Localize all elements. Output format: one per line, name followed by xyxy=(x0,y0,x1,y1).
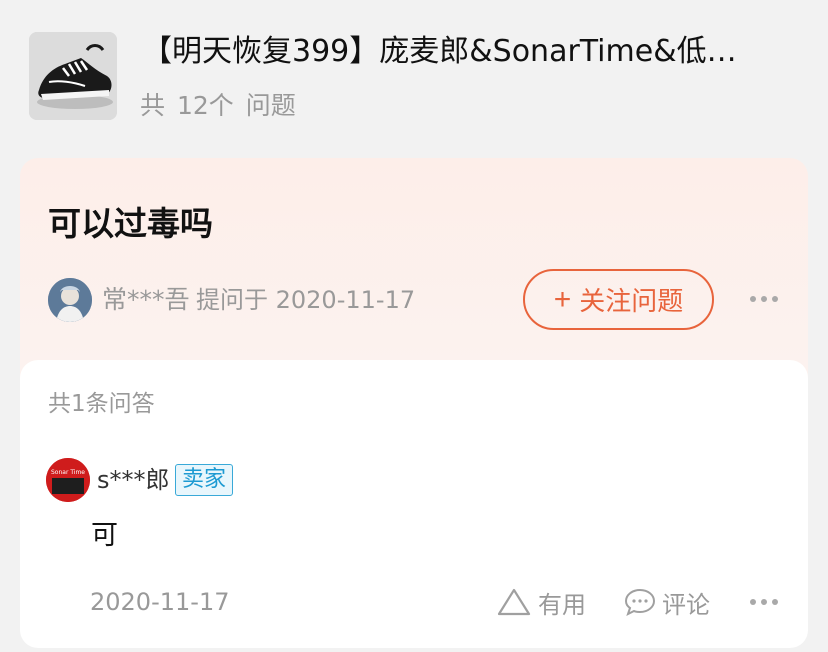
shop-logo-icon: Sonar Time xyxy=(46,458,90,502)
asked-date: 提问于 2020-11-17 xyxy=(196,286,416,314)
product-thumbnail[interactable] xyxy=(29,32,117,120)
product-title: 【明天恢复399】庞麦郎&SonarTime&低… xyxy=(142,34,737,69)
follow-question-button[interactable]: + 关注问题 xyxy=(523,269,714,330)
seller-badge: 卖家 xyxy=(175,464,234,496)
question-count: 共 12个 问题 xyxy=(140,91,296,120)
product-header[interactable]: 【明天恢复399】庞麦郎&SonarTime&低… 共 12个 问题 xyxy=(0,0,828,150)
comment-icon xyxy=(624,588,656,616)
answerer-avatar[interactable]: Sonar Time xyxy=(46,458,90,502)
answers-card: 共1条问答 Sonar Time s***郎 卖家 可 2020-11-17 有… xyxy=(20,360,808,648)
useful-button[interactable]: 有用 xyxy=(496,582,586,622)
triangle-icon xyxy=(497,588,531,616)
comment-button[interactable]: 评论 xyxy=(624,582,710,622)
answer-more-options-icon[interactable] xyxy=(750,599,778,605)
answerer-name: s***郎 xyxy=(97,466,170,494)
comment-label: 评论 xyxy=(662,590,710,619)
sneaker-image xyxy=(29,32,117,120)
asker-name: 常***吾 xyxy=(102,285,190,314)
avatar-logo-text: Sonar Time xyxy=(51,469,85,476)
answer-text: 可 xyxy=(91,520,118,551)
more-options-icon[interactable] xyxy=(750,296,778,302)
answer-date: 2020-11-17 xyxy=(90,588,230,616)
qa-page: 【明天恢复399】庞麦郎&SonarTime&低… 共 12个 问题 可以过毒吗… xyxy=(0,0,828,652)
avatar-image xyxy=(48,278,92,322)
answers-count: 共1条问答 xyxy=(48,391,155,417)
asker-avatar[interactable] xyxy=(48,278,92,322)
plus-icon: + xyxy=(553,282,572,316)
question-title: 可以过毒吗 xyxy=(48,204,213,243)
useful-label: 有用 xyxy=(538,590,586,619)
follow-button-label: 关注问题 xyxy=(579,286,684,316)
